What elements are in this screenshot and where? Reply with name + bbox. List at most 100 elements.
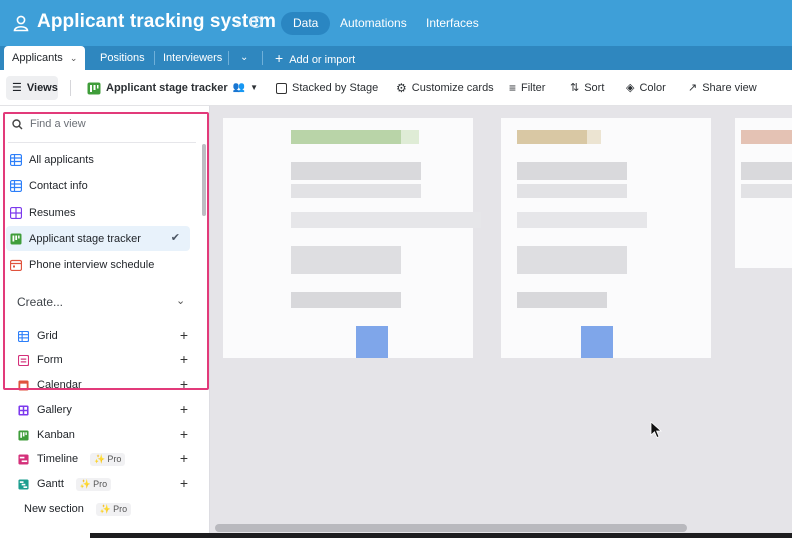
plus-icon[interactable]: +: [180, 376, 188, 392]
blurred-card-field: [291, 184, 421, 198]
plus-icon[interactable]: +: [180, 351, 188, 367]
base-logo-icon[interactable]: [12, 14, 30, 32]
stacked-by-button[interactable]: Stacked by Stage: [276, 80, 378, 96]
tab-interviewers[interactable]: Interviewers: [163, 46, 222, 70]
share-view-button[interactable]: ↗ Share view: [688, 80, 757, 96]
tab-positions[interactable]: Positions: [100, 46, 145, 70]
tab-applicants[interactable]: Applicants ⌄: [4, 46, 86, 72]
sparkle-icon: ✨: [99, 503, 112, 514]
find-view-search[interactable]: Find a view: [12, 118, 86, 130]
plus-icon[interactable]: +: [180, 475, 188, 491]
grid-icon: [18, 330, 29, 342]
plus-icon[interactable]: +: [180, 327, 188, 343]
create-timeline[interactable]: Timeline ✨ Pro +: [18, 450, 188, 468]
plus-icon[interactable]: +: [180, 450, 188, 466]
stage-header-1-tail: [401, 130, 419, 144]
kanban-icon: [18, 429, 29, 441]
view-item-all-applicants[interactable]: All applicants: [6, 147, 190, 172]
kanban-icon: [87, 82, 101, 94]
share-icon: ↗: [688, 82, 698, 94]
form-icon: [18, 354, 29, 366]
gallery-icon: [18, 404, 29, 416]
gantt-icon: [18, 478, 29, 490]
pro-badge: ✨ Pro: [95, 502, 132, 516]
gear-icon: ⚙: [396, 81, 407, 95]
timeline-icon: [18, 453, 29, 465]
checkmark-icon: ✔: [170, 232, 180, 244]
blurred-card-field: [291, 162, 421, 180]
blurred-card-field: [517, 162, 627, 180]
chevron-down-icon: ▼: [250, 83, 259, 92]
search-input[interactable]: Find a view: [30, 118, 86, 130]
horizontal-scrollbar[interactable]: [215, 524, 687, 532]
filter-icon: ≡: [509, 81, 517, 95]
nav-interfaces[interactable]: Interfaces: [414, 12, 491, 35]
paint-bucket-icon: ◈: [626, 82, 635, 94]
stage-header-3: [741, 130, 792, 144]
view-item-applicant-stage-tracker[interactable]: Applicant stage tracker ✔: [6, 226, 190, 251]
views-sidebar: Find a view All applicants Contact info …: [0, 106, 210, 538]
tabs-more-chevron-icon[interactable]: ⌄: [240, 46, 248, 70]
pro-badge: ✨ Pro: [90, 452, 126, 466]
create-new-section[interactable]: New section ✨ Pro: [24, 500, 194, 518]
menu-icon: ☰: [12, 82, 22, 94]
pro-badge: ✨ Pro: [75, 477, 112, 491]
window-bottom-edge: [90, 533, 792, 538]
blurred-card-field: [291, 212, 481, 228]
grid-icon: [10, 153, 22, 166]
gallery-icon: [10, 206, 22, 219]
blurred-card-field: [741, 162, 792, 180]
view-item-resumes[interactable]: Resumes: [6, 200, 190, 225]
view-toolbar: ☰ Views Applicant stage tracker 👥 ▼ Stac…: [0, 70, 792, 106]
tab-divider: [262, 51, 263, 65]
create-section-label[interactable]: Create...: [17, 295, 63, 309]
plus-icon[interactable]: +: [180, 426, 188, 442]
chevron-down-icon[interactable]: ⌄: [234, 16, 243, 29]
view-item-phone-interview-schedule[interactable]: Phone interview schedule: [6, 252, 190, 277]
info-icon[interactable]: i: [250, 16, 262, 28]
create-gallery[interactable]: Gallery +: [18, 401, 188, 419]
sparkle-icon: ✨: [79, 478, 92, 489]
nav-automations[interactable]: Automations: [328, 12, 419, 35]
blurred-card-field: [517, 292, 607, 308]
blurred-card-field: [517, 212, 647, 228]
add-or-import-button[interactable]: + Add or import: [275, 46, 355, 70]
create-gantt[interactable]: Gantt ✨ Pro +: [18, 475, 188, 493]
sidebar-scrollbar[interactable]: [202, 144, 206, 216]
create-kanban[interactable]: Kanban +: [18, 426, 188, 444]
create-form[interactable]: Form +: [18, 351, 188, 369]
search-icon: [12, 118, 23, 129]
blurred-card-field: [291, 246, 401, 274]
nav-data[interactable]: Data: [281, 12, 331, 35]
kanban-board: [211, 106, 792, 538]
current-view-button[interactable]: Applicant stage tracker 👥 ▼: [87, 80, 258, 96]
blurred-attachment: [581, 326, 613, 358]
stage-header-2: [517, 130, 587, 144]
blurred-card-field: [517, 184, 627, 198]
sparkle-icon: ✨: [94, 453, 106, 464]
filter-button[interactable]: ≡ Filter: [509, 80, 545, 96]
stage-header-2-tail: [587, 130, 601, 144]
customize-cards-button[interactable]: ⚙ Customize cards: [396, 80, 494, 96]
create-grid[interactable]: Grid +: [18, 327, 188, 345]
blurred-card-field: [741, 184, 792, 198]
chevron-down-icon[interactable]: ⌄: [70, 53, 78, 63]
kanban-column-2: [501, 118, 711, 358]
mouse-cursor-icon: [650, 421, 662, 439]
views-button[interactable]: ☰ Views: [6, 76, 58, 100]
create-calendar[interactable]: Calendar +: [18, 376, 188, 394]
chevron-down-icon[interactable]: ⌄: [176, 294, 185, 307]
sort-button[interactable]: ⇅ Sort: [570, 80, 604, 96]
table-tabs: Applicants ⌄ Positions Interviewers ⌄ + A…: [0, 46, 792, 72]
kanban-column-1: [223, 118, 473, 358]
calendar-icon: [10, 259, 22, 271]
plus-icon: +: [275, 50, 284, 66]
blurred-card-field: [517, 246, 627, 274]
plus-icon[interactable]: +: [180, 401, 188, 417]
grid-icon: [10, 179, 22, 192]
stack-icon: [276, 82, 287, 94]
color-button[interactable]: ◈ Color: [626, 80, 666, 96]
view-item-contact-info[interactable]: Contact info: [6, 173, 190, 198]
stage-header-1: [291, 130, 401, 144]
blurred-attachment: [356, 326, 388, 358]
